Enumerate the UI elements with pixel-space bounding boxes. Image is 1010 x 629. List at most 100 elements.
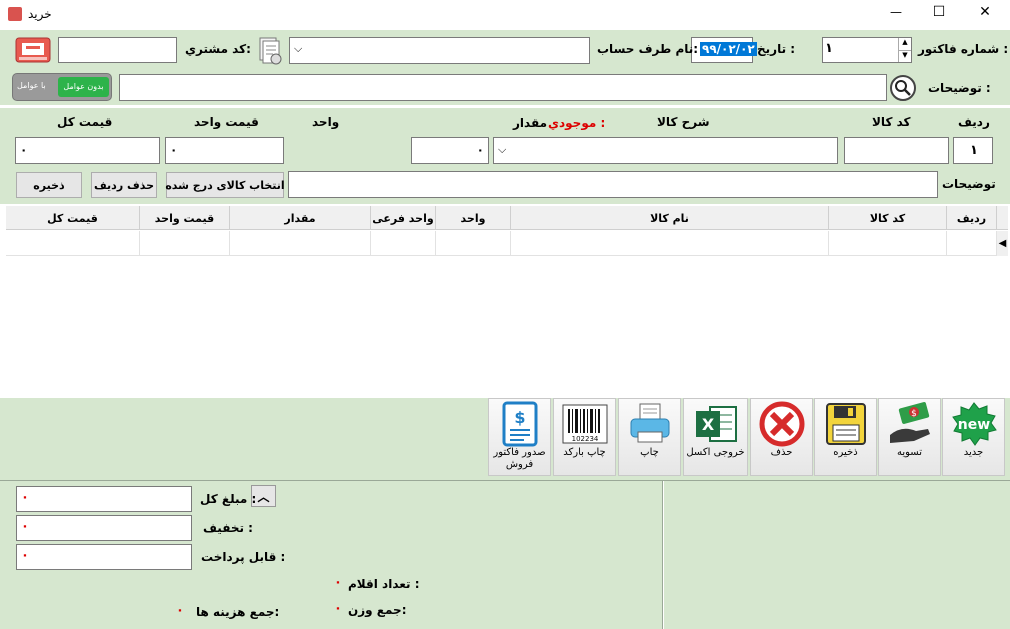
issue-sales-invoice-label: صدور فاکتور فروش xyxy=(493,447,546,470)
table-cell xyxy=(6,231,140,255)
row-column-label: ردیف xyxy=(958,115,990,129)
column-header-product-name[interactable]: نام کالا xyxy=(511,206,829,230)
date-field[interactable]: ۹۹/۰۲/۰۲ xyxy=(691,37,757,63)
header-description-input[interactable] xyxy=(119,74,887,101)
invoice-number-field[interactable]: ۱ ▲ ▼ xyxy=(822,37,912,63)
printer-icon xyxy=(625,401,675,447)
close-button[interactable]: ✕ xyxy=(974,4,996,20)
delete-button[interactable]: حذف xyxy=(750,398,813,476)
unit-price-value: ۰ xyxy=(170,143,178,157)
search-icon[interactable] xyxy=(890,75,916,101)
agents-toggle[interactable]: با عوامل بدون عوامل xyxy=(12,73,112,101)
notes-label: توضیحات xyxy=(942,177,996,191)
print-button-label: چاپ xyxy=(640,447,659,458)
delete-button-label: حذف xyxy=(770,447,793,458)
total-price-value: ۰ xyxy=(20,143,28,157)
payable-value: ۰ xyxy=(21,548,29,563)
stock-label: موجودي : xyxy=(548,116,606,130)
toggle-on-segment: بدون عوامل xyxy=(58,77,109,97)
invoice-number-value: ۱ xyxy=(825,41,833,56)
new-icon: new xyxy=(949,401,999,447)
payable-field[interactable]: ۰ xyxy=(16,544,192,570)
entry-panel: ردیف کد کالا شرح کالا موجودي : مقدار واح… xyxy=(0,108,1010,204)
invoice-dollar-icon: $ xyxy=(495,401,545,447)
column-header-row[interactable]: ردیف xyxy=(947,206,997,230)
unit-price-column-label: قیمت واحد xyxy=(194,115,259,129)
issue-sales-invoice-button[interactable]: $ صدور فاکتور فروش xyxy=(488,398,551,476)
svg-text:$: $ xyxy=(514,408,525,427)
minimize-button[interactable]: — xyxy=(885,5,907,19)
payable-label: قابل پرداخت : xyxy=(201,550,286,564)
items-count-label: تعداد اقلام : xyxy=(348,577,420,591)
documents-icon[interactable] xyxy=(256,36,284,66)
column-header-unit[interactable]: واحد xyxy=(436,206,511,230)
table-cell xyxy=(829,231,947,255)
spin-up-button[interactable]: ▲ xyxy=(898,38,911,50)
items-grid[interactable]: قیمت کل قیمت واحد مقدار واحد فرعی واحد ن… xyxy=(0,206,1010,398)
delete-row-button[interactable]: حذف ردیف xyxy=(91,172,157,198)
save-toolbar-label: ذخیره xyxy=(833,447,858,458)
unit-price-field[interactable]: ۰ xyxy=(165,137,284,164)
floppy-disk-icon xyxy=(821,401,871,447)
qty-column-label: مقدار xyxy=(513,116,548,130)
save-row-button[interactable]: ذخیره xyxy=(16,172,82,198)
date-value: ۹۹/۰۲/۰۲ xyxy=(700,42,757,56)
column-header-sub-unit[interactable]: واحد فرعی xyxy=(371,206,436,230)
column-header-total[interactable]: قیمت کل xyxy=(6,206,140,230)
notes-input[interactable] xyxy=(288,171,938,198)
total-price-field[interactable]: ۰ xyxy=(15,137,160,164)
customer-code-label: کد مشتري: xyxy=(185,42,251,56)
date-label: تاریخ : xyxy=(757,42,796,56)
code-column-label: کد کالا xyxy=(872,115,911,129)
svg-text:$: $ xyxy=(911,409,917,419)
chevron-down-icon: ⌵ xyxy=(498,143,507,156)
table-cell xyxy=(511,231,829,255)
customer-code-field[interactable] xyxy=(58,37,177,63)
row-selector-arrow-icon[interactable]: ◀ xyxy=(997,231,1008,256)
total-amount-field[interactable]: ۰ xyxy=(16,486,192,512)
barcode-print-label: چاپ بارکد xyxy=(563,447,606,458)
table-cell xyxy=(140,231,230,255)
excel-export-button[interactable]: X خروجی اکسل xyxy=(683,398,748,476)
total-amount-value: ۰ xyxy=(21,490,29,505)
settle-button[interactable]: $ تسویه xyxy=(878,398,941,476)
grid-header: قیمت کل قیمت واحد مقدار واحد فرعی واحد ن… xyxy=(6,206,1008,230)
row-value: ۱ xyxy=(970,143,978,158)
summary-side-panel xyxy=(664,481,1010,629)
table-cell xyxy=(436,231,511,255)
invoice-number-label: شماره فاکتور : xyxy=(918,42,1009,56)
maximize-button[interactable]: ☐ xyxy=(928,4,950,20)
toolbar-panel: new جدید $ تسویه ذخیره حذف X خروجی اکسل … xyxy=(0,398,1010,480)
account-label: نام طرف حساب: xyxy=(597,42,699,56)
select-product-button[interactable]: انتخاب کالای درج شده xyxy=(165,172,285,198)
table-row[interactable]: ◀ xyxy=(6,231,1008,256)
column-header-product-code[interactable]: کد کالا xyxy=(829,206,947,230)
column-header-quantity[interactable]: مقدار xyxy=(230,206,371,230)
quantity-field[interactable]: ۰ xyxy=(411,137,489,164)
title-bar: خرید — ☐ ✕ xyxy=(0,0,1010,30)
table-cell xyxy=(230,231,371,255)
account-dropdown[interactable]: ⌵ xyxy=(289,37,590,64)
barcode-icon: 102234 xyxy=(560,401,610,447)
description-label: توضیحات : xyxy=(928,81,991,95)
column-header-unit-price[interactable]: قیمت واحد xyxy=(140,206,230,230)
delete-x-icon xyxy=(757,401,807,447)
unit-column-label: واحد xyxy=(312,115,340,129)
app-icon xyxy=(8,7,22,21)
customer-card-icon[interactable] xyxy=(14,34,52,66)
toggle-on-label: بدون عوامل xyxy=(63,82,104,91)
spin-down-button[interactable]: ▼ xyxy=(898,50,911,62)
save-toolbar-button[interactable]: ذخیره xyxy=(814,398,877,476)
discount-field[interactable]: ۰ xyxy=(16,515,192,541)
barcode-print-button[interactable]: 102234 چاپ بارکد xyxy=(553,398,616,476)
product-description-dropdown[interactable]: ⌵ xyxy=(493,137,838,164)
new-button[interactable]: new جدید xyxy=(942,398,1005,476)
svg-text:102234: 102234 xyxy=(571,435,598,443)
items-count-value: ۰ xyxy=(334,575,342,590)
window-title: خرید xyxy=(28,7,52,21)
chevron-up-icon: ︿ xyxy=(257,489,270,504)
row-field[interactable]: ۱ xyxy=(953,137,993,164)
product-code-field[interactable] xyxy=(844,137,949,164)
print-button[interactable]: چاپ xyxy=(618,398,681,476)
new-button-label: جدید xyxy=(963,447,984,458)
